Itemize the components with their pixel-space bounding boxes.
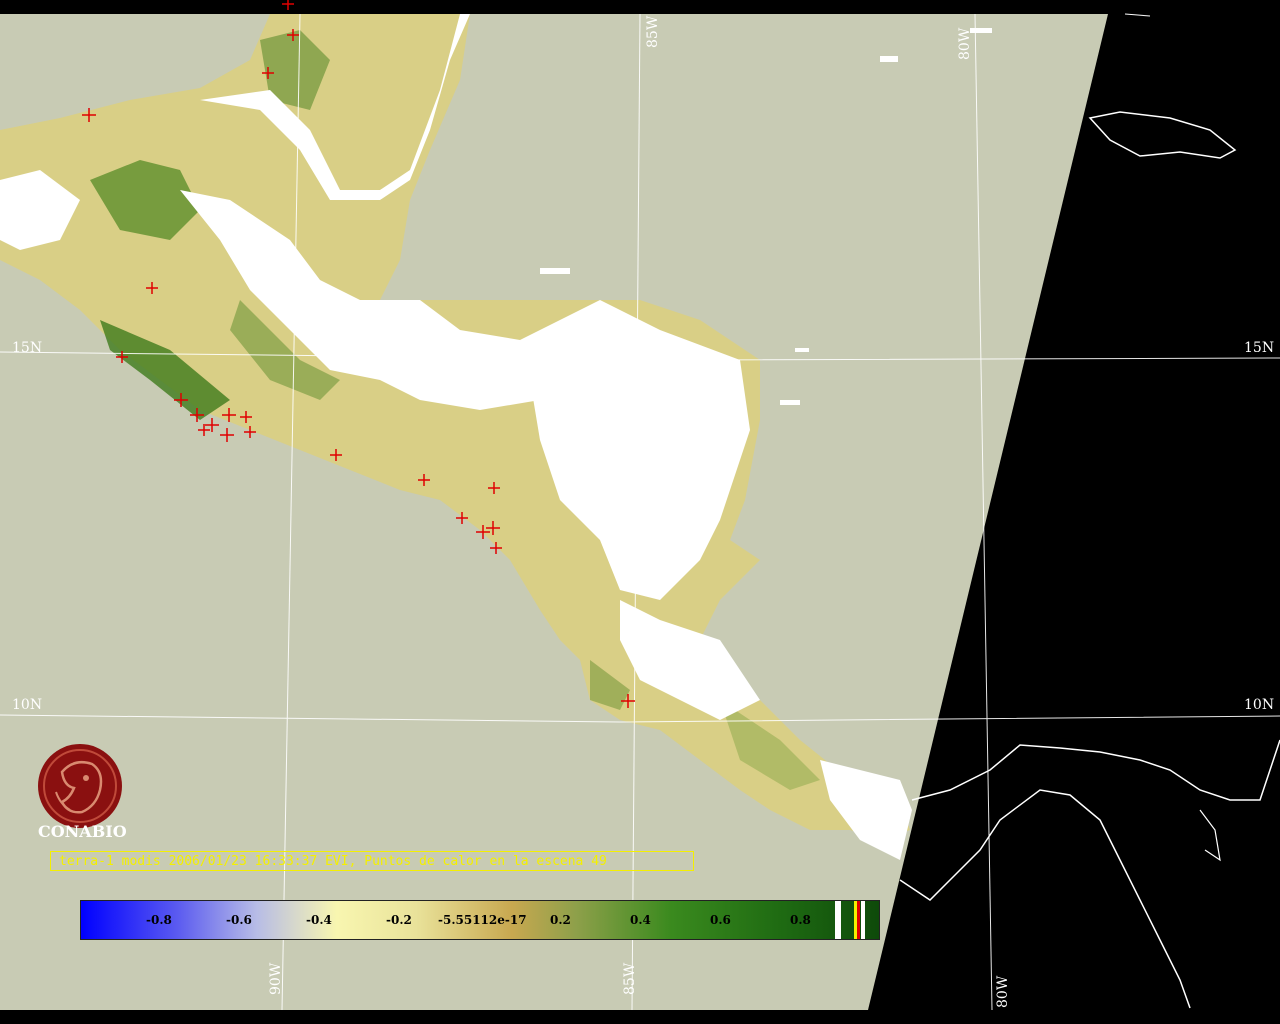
colorbar-tick: -0.8 <box>146 913 172 927</box>
lon-label: 85W <box>622 962 638 995</box>
lat-label: 15N <box>12 340 43 356</box>
colorbar-tick: 0.8 <box>790 913 811 927</box>
lon-label: 85W <box>645 15 661 48</box>
colorbar-tick: 0.6 <box>710 913 731 927</box>
lon-label: 80W <box>957 27 973 60</box>
logo-text: CONABIO <box>38 822 127 841</box>
lon-label: 80W <box>995 975 1011 1008</box>
colorbar-tick: 0.2 <box>550 913 571 927</box>
colorbar-tick: 0.4 <box>630 913 651 927</box>
colorbar-tick: -0.6 <box>226 913 252 927</box>
colorbar-tick: -5.55112e-17 <box>438 913 527 927</box>
lat-label: 10N <box>12 697 43 713</box>
colorbar-tick: -0.4 <box>306 913 332 927</box>
lon-label: 90W <box>268 962 284 995</box>
scene-caption: terra-1 modis 2006/01/23 16:33:37 EVI, P… <box>50 851 694 871</box>
colorbar-tick: -0.2 <box>386 913 412 927</box>
lat-label: 15N <box>1244 340 1275 356</box>
lat-label: 10N <box>1244 697 1275 713</box>
